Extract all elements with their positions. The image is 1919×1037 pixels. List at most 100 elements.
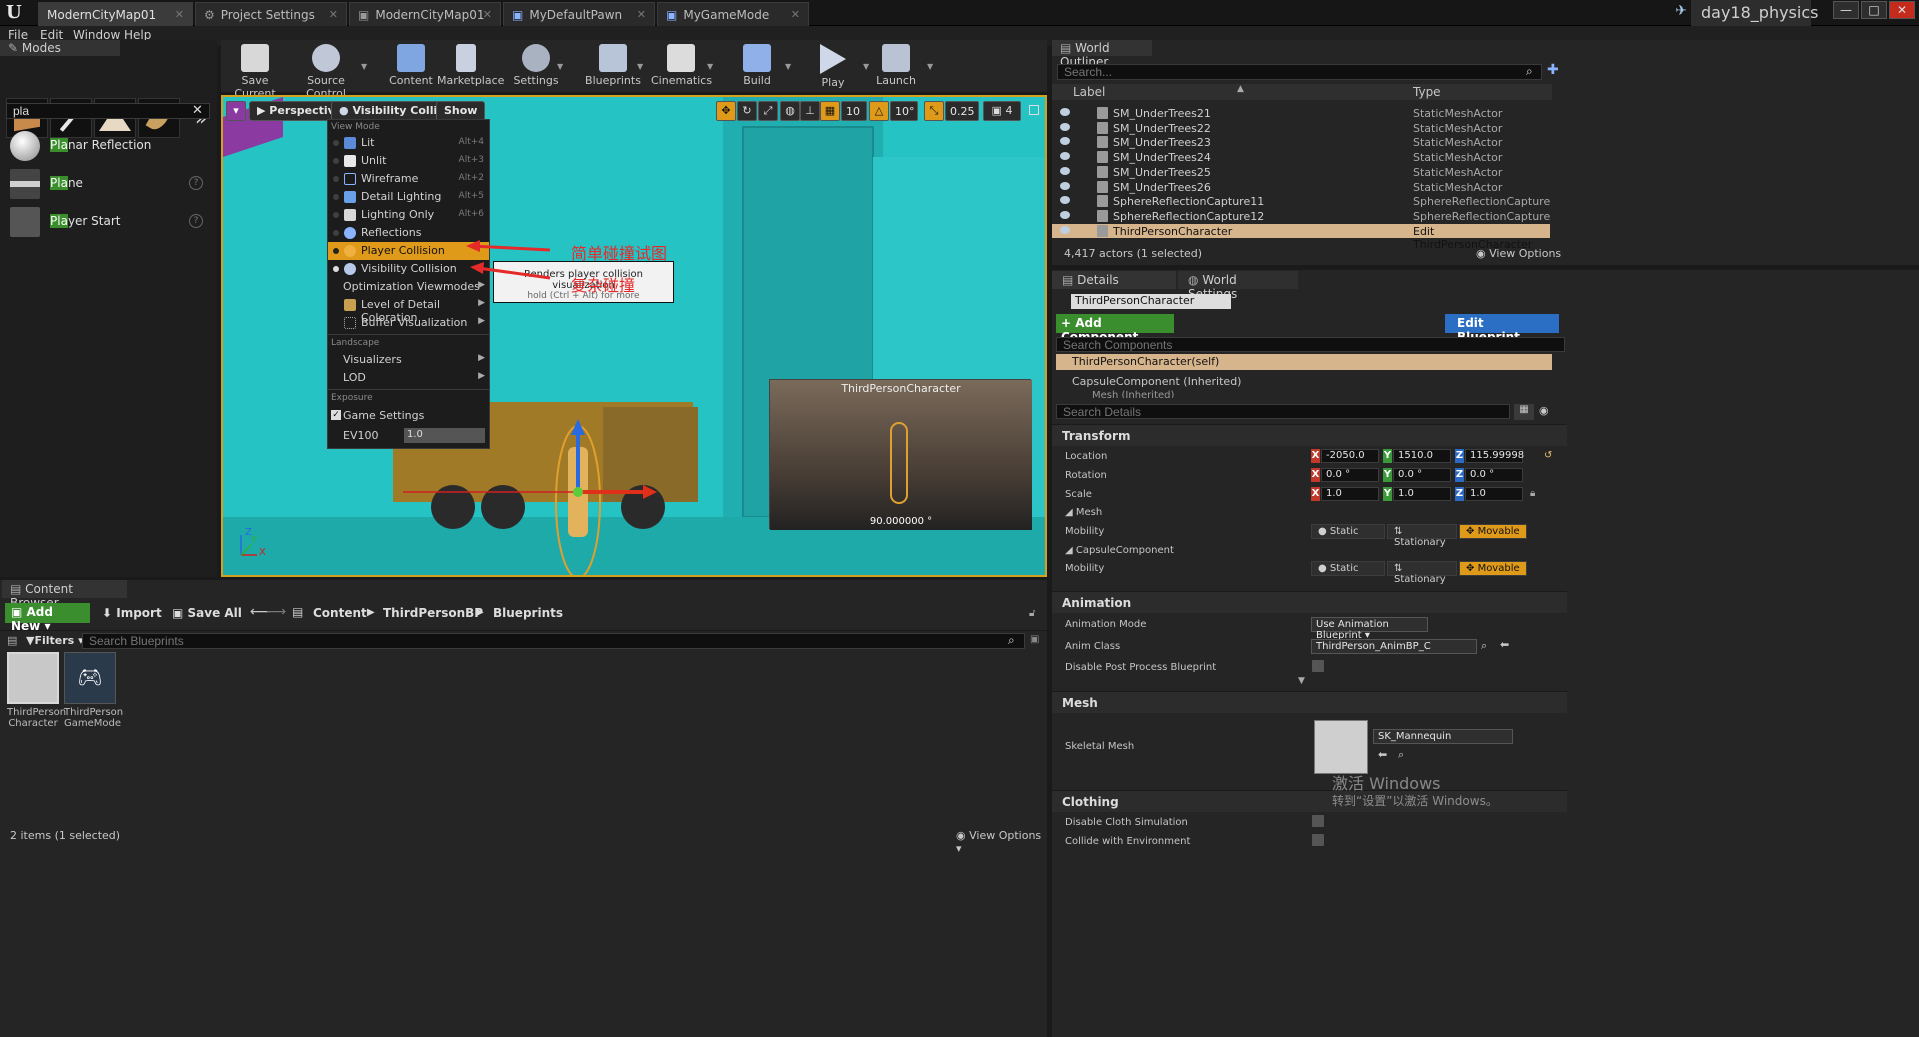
lod-coloration[interactable]: Level of Detail Coloration ▶ [328, 296, 489, 324]
settings-button[interactable]: Settings [511, 40, 561, 92]
add-folder-icon[interactable]: ✚ [1547, 62, 1559, 78]
skeletal-mesh-thumbnail[interactable] [1314, 720, 1368, 774]
translate-tool-icon[interactable]: ✥ [716, 101, 736, 121]
blueprints-button[interactable]: Blueprints [585, 40, 641, 92]
rotate-tool-icon[interactable]: ↻ [737, 101, 757, 121]
outliner-row[interactable]: SM_UnderTrees25 StaticMeshActor [1052, 165, 1552, 179]
buffer-visualization[interactable]: Buffer Visualization ▶ [328, 314, 489, 332]
camera-speed-button[interactable]: ▣ 4 [983, 101, 1021, 121]
visibility-eye-icon[interactable] [1060, 166, 1070, 175]
cinematics-button[interactable]: Cinematics [651, 40, 712, 92]
outliner-view-options[interactable]: ◉ View Options [1476, 247, 1561, 260]
chevron-down-icon[interactable]: ▼ [927, 62, 933, 71]
cb-view-options[interactable]: ◉ View Options ▾ [956, 829, 1047, 855]
location-label[interactable]: Location [1065, 451, 1107, 462]
search-icon[interactable]: ⌕ [1008, 633, 1015, 648]
expand-advanced-icon[interactable]: ▼ [1298, 676, 1305, 686]
outliner-search-input[interactable] [1057, 64, 1542, 80]
scale-snap-icon[interactable]: ⤡ [924, 101, 944, 121]
rot-x-field[interactable]: 0.0 ° [1321, 468, 1379, 482]
loc-z-field[interactable]: 115.99998 [1465, 449, 1524, 463]
component-capsule[interactable]: CapsuleComponent (Inherited) [1072, 375, 1241, 388]
lock-icon[interactable]: 🔓︎ [1029, 608, 1035, 619]
view-mode-wireframe[interactable]: Wireframe Alt+2 [328, 170, 489, 188]
anim-mode-dropdown[interactable]: Use Animation Blueprint ▾ [1311, 617, 1428, 641]
close-icon[interactable]: ✕ [483, 8, 492, 21]
tab-mygamemode[interactable]: ▣ MyGameMode ✕ [657, 2, 809, 26]
chevron-down-icon[interactable]: ▼ [863, 62, 869, 71]
mesh-header[interactable]: Mesh [1052, 691, 1567, 713]
marketplace-button[interactable]: Marketplace [437, 40, 504, 92]
place-item-plane[interactable]: Plane ? [6, 166, 211, 202]
search-components-input[interactable] [1056, 337, 1565, 352]
mobility-static-mesh[interactable]: ● Static [1311, 524, 1385, 539]
capsule-subheader[interactable]: ◢ CapsuleComponent [1065, 545, 1174, 556]
view-mode-unlit[interactable]: Unlit Alt+3 [328, 152, 489, 170]
close-button[interactable]: ✕ [1889, 1, 1915, 19]
column-label[interactable]: Label [1073, 85, 1105, 99]
visibility-eye-icon[interactable] [1060, 108, 1070, 116]
feedback-icon[interactable]: ✈ [1675, 3, 1687, 19]
import-button[interactable]: ⬇ Import [102, 606, 162, 620]
tab-details[interactable]: ▤ Details [1052, 271, 1176, 289]
search-blueprints-input[interactable] [82, 633, 1025, 649]
viewport-options-button[interactable]: ▾ [226, 101, 246, 121]
build-button[interactable]: Build [737, 40, 777, 92]
add-new-button[interactable]: ▣ Add New ▾ [5, 603, 90, 633]
visibility-eye-icon[interactable] [1060, 210, 1070, 219]
outliner-row[interactable]: SM_UnderTrees23 StaticMeshActor [1052, 135, 1552, 149]
breadcrumb-content[interactable]: Content [313, 606, 367, 620]
outliner-row[interactable]: SM_UnderTrees24 StaticMeshActor [1052, 150, 1552, 164]
eye-icon[interactable]: ◉ [1539, 404, 1549, 417]
animation-header[interactable]: Animation [1052, 591, 1567, 613]
visibility-eye-icon[interactable] [1060, 225, 1070, 234]
rotation-snap-value[interactable]: 10° [890, 101, 918, 121]
scale-snap-value[interactable]: 0.25 [945, 101, 979, 121]
close-icon[interactable]: ✕ [329, 8, 338, 21]
landscape-visualizers[interactable]: Visualizers ▶ [328, 351, 489, 369]
content-browser-tab[interactable]: ▤ Content Browser [2, 580, 127, 610]
tab-project-settings[interactable]: ⚙ Project Settings ✕ [195, 2, 347, 26]
play-button[interactable]: Play [811, 40, 855, 92]
view-mode-detail-lighting[interactable]: Detail Lighting Alt+5 [328, 188, 489, 206]
outliner-row[interactable]: ThirdPersonCharacter Edit ThirdPersonChar… [1052, 223, 1550, 251]
close-icon[interactable]: ✕ [175, 8, 184, 21]
place-item-player-start[interactable]: Player Start ? [6, 204, 211, 240]
ev100-slider[interactable]: 1.0 [404, 428, 485, 443]
content-button[interactable]: Content [387, 40, 435, 92]
tab-world-settings[interactable]: ◍ World Settings [1178, 271, 1298, 301]
clear-search-icon[interactable]: ✕ [192, 103, 203, 118]
actor-name-field[interactable]: ThirdPersonCharacter [1071, 294, 1231, 309]
visibility-eye-icon[interactable] [1060, 152, 1070, 161]
mobility-stationary-capsule[interactable]: ⇅ Stationary [1387, 561, 1457, 585]
use-selected-icon[interactable]: ⬅ [1378, 748, 1387, 761]
browse-icon[interactable]: ⌕ [1398, 748, 1404, 762]
checkbox-checked[interactable]: ✓ [331, 410, 341, 420]
maximize-button[interactable]: □ [1861, 1, 1887, 19]
help-icon[interactable]: ? [189, 176, 203, 190]
visibility-eye-icon[interactable] [1060, 181, 1070, 190]
loc-y-field[interactable]: 1510.0 [1393, 449, 1451, 463]
sources-toggle-icon[interactable]: ▤ [7, 634, 17, 647]
collide-env-checkbox[interactable] [1312, 834, 1324, 846]
show-button[interactable]: Show [436, 101, 486, 121]
chevron-down-icon[interactable]: ▼ [785, 62, 791, 71]
tab-moderncitymap01-2[interactable]: ▣ ModernCityMap01 ✕ [349, 2, 501, 26]
view-mode-lit[interactable]: Lit Alt+4 [328, 134, 489, 152]
visibility-eye-icon[interactable] [1060, 137, 1070, 146]
save-current-button[interactable]: Save Current [223, 40, 287, 100]
mesh-subheader[interactable]: ◢ Mesh [1065, 507, 1102, 518]
close-icon[interactable]: ✕ [791, 8, 800, 21]
tab-moderncitymap01[interactable]: ModernCityMap01 ✕ [38, 2, 193, 26]
use-selected-icon[interactable]: ⬅ [1500, 638, 1509, 651]
scl-x-field[interactable]: 1.0 [1321, 487, 1379, 501]
transform-header[interactable]: Transform [1052, 424, 1567, 446]
browse-icon[interactable]: ⌕ [1481, 639, 1487, 653]
visibility-eye-icon[interactable] [1060, 196, 1070, 205]
breadcrumb-sep-icon[interactable]: ▶ [476, 607, 484, 618]
chevron-down-icon[interactable]: ▼ [637, 62, 643, 71]
rotation-snap-icon[interactable]: △ [869, 101, 889, 121]
breadcrumb-blueprints[interactable]: Blueprints [493, 606, 563, 620]
landscape-lod[interactable]: LOD ▶ [328, 369, 489, 387]
scale-tool-icon[interactable]: ⤢ [758, 101, 778, 121]
